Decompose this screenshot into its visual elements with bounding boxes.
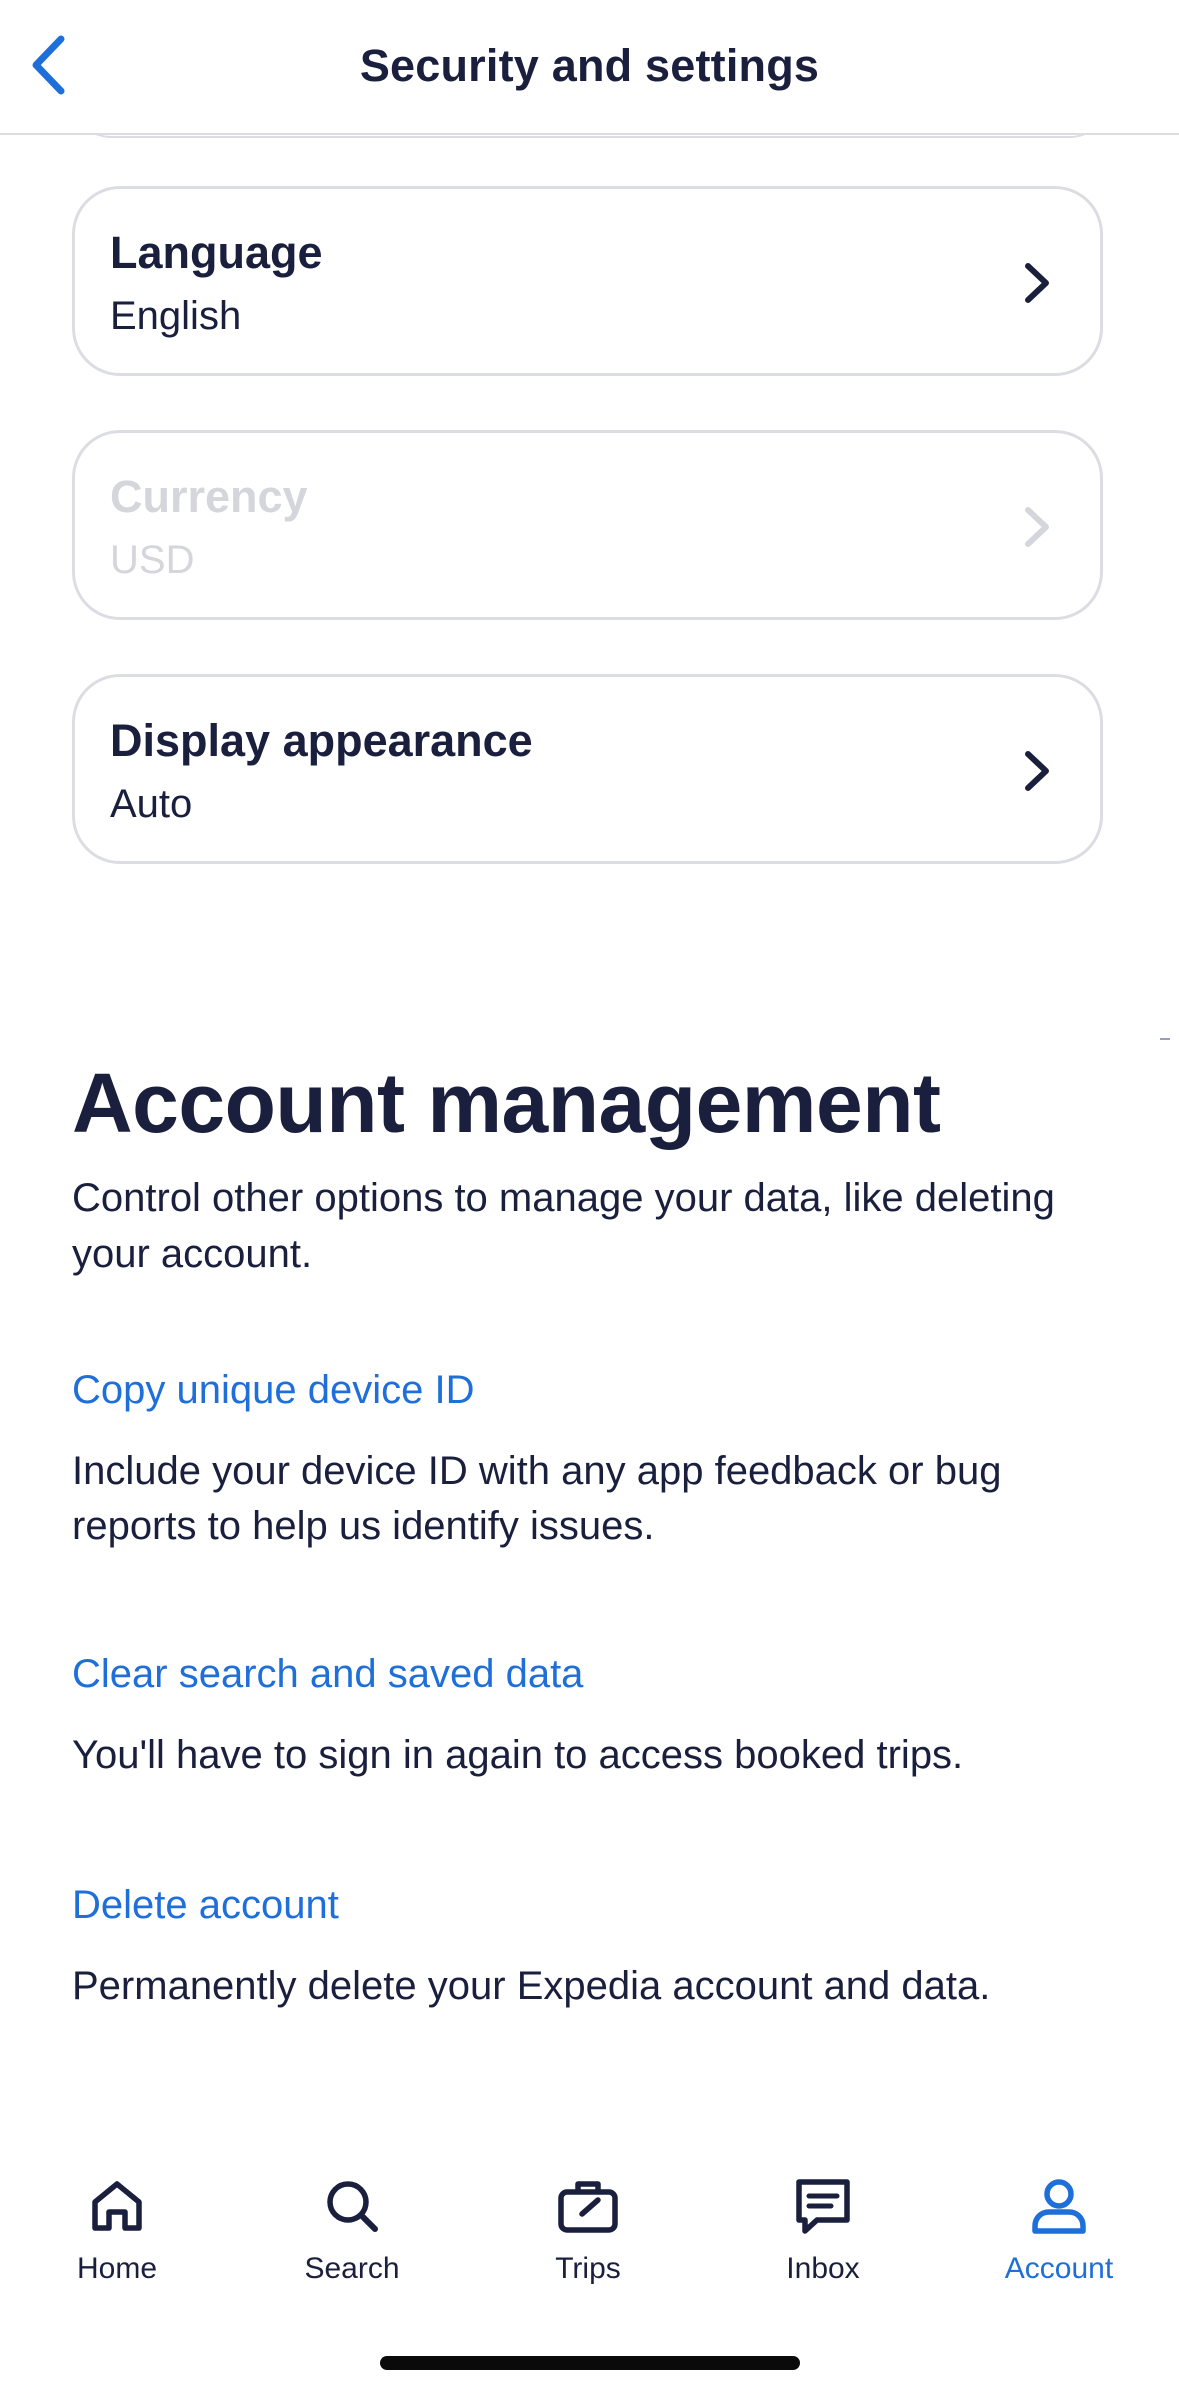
tab-label: Search xyxy=(304,2252,400,2285)
tab-inbox[interactable]: Inbox xyxy=(723,2150,923,2290)
copy-device-id-link[interactable]: Copy unique device ID xyxy=(72,1368,474,1413)
tab-label: Trips xyxy=(555,2252,621,2285)
user-icon xyxy=(1032,2179,1086,2234)
setting-value: Auto xyxy=(110,782,193,826)
home-icon xyxy=(92,2181,142,2231)
setting-label: Display appearance xyxy=(110,715,533,766)
chevron-right-icon xyxy=(1025,751,1049,791)
delete-account-description: Permanently delete your Expedia account … xyxy=(72,1964,991,2008)
setting-value: USD xyxy=(110,538,195,582)
tab-label: Inbox xyxy=(786,2252,860,2285)
currency-setting-card: Currency USD xyxy=(72,430,1103,620)
header: Security and settings xyxy=(0,0,1179,135)
tab-bar: Home Search Trips Inbox Account xyxy=(0,2150,1179,2290)
scroll-indicator xyxy=(1160,1038,1170,1040)
home-indicator xyxy=(380,2356,800,2370)
setting-label: Currency xyxy=(110,471,308,522)
tab-home[interactable]: Home xyxy=(17,2150,217,2290)
clear-data-description: You'll have to sign in again to access b… xyxy=(72,1733,964,1777)
setting-label: Language xyxy=(110,227,323,278)
chat-icon xyxy=(796,2179,850,2234)
tab-search[interactable]: Search xyxy=(252,2150,452,2290)
language-setting-card[interactable]: Language English xyxy=(72,186,1103,376)
tab-label: Home xyxy=(76,2252,158,2285)
section-title: Account management xyxy=(72,1056,941,1150)
delete-account-link[interactable]: Delete account xyxy=(72,1883,339,1928)
clear-data-link[interactable]: Clear search and saved data xyxy=(72,1652,583,1697)
suitcase-icon xyxy=(558,2181,618,2233)
search-icon xyxy=(327,2181,378,2232)
chevron-right-icon xyxy=(1025,263,1049,303)
copy-device-id-description: Include your device ID with any app feed… xyxy=(72,1449,1002,1548)
setting-value: English xyxy=(110,294,242,338)
tab-label: Account xyxy=(1004,2252,1114,2285)
tab-trips[interactable]: Trips xyxy=(488,2150,688,2290)
page-title: Security and settings xyxy=(359,40,820,91)
section-description: Control other options to manage your dat… xyxy=(72,1176,1055,1276)
tab-account[interactable]: Account xyxy=(959,2150,1159,2290)
display-appearance-setting-card[interactable]: Display appearance Auto xyxy=(72,674,1103,864)
chevron-right-icon xyxy=(1025,507,1049,547)
